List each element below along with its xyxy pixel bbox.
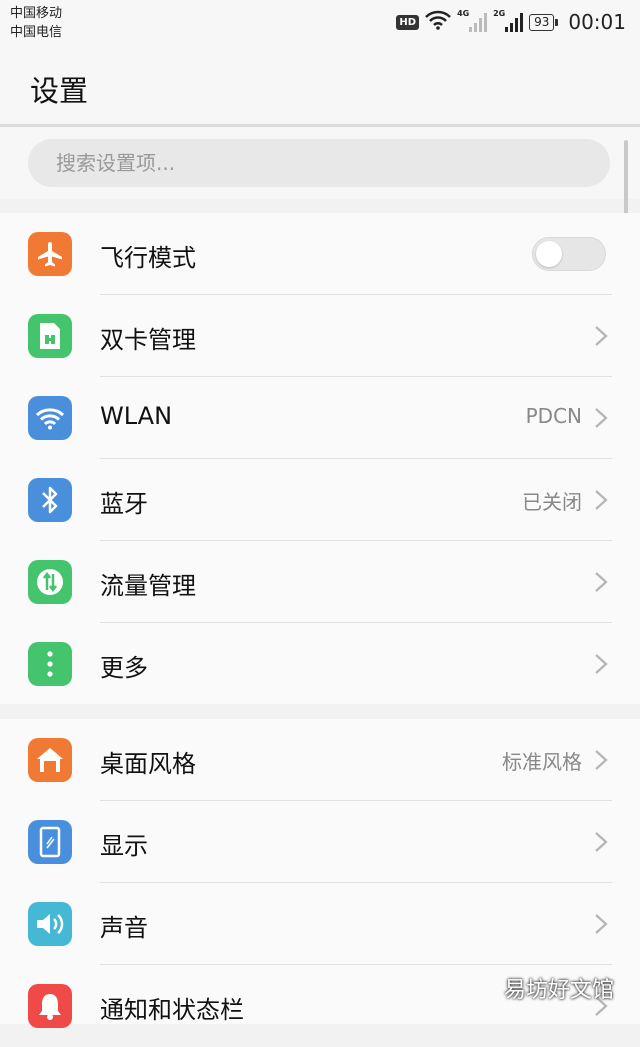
more-label: 更多 (100, 654, 148, 682)
settings-row-airplane-mode[interactable]: 飞行模式 (0, 213, 640, 295)
carrier-labels: 中国移动 中国电信 (10, 4, 62, 42)
network-4g-label: 4G (457, 9, 470, 18)
battery-tip (555, 18, 559, 26)
home-style-label: 桌面风格 (100, 750, 196, 778)
bluetooth-value: 已关闭 (522, 490, 582, 514)
wifi-status-icon (425, 10, 451, 34)
wifi-icon (28, 396, 72, 440)
settings-row-bluetooth[interactable]: 蓝牙 已关闭 (0, 459, 640, 541)
chevron-right-icon (595, 832, 608, 852)
toggle-knob (536, 241, 562, 267)
data-usage-icon (28, 560, 72, 604)
bluetooth-label: 蓝牙 (100, 490, 148, 518)
battery-level: 93 (529, 13, 555, 31)
chevron-right-icon (595, 750, 608, 770)
speaker-icon (28, 902, 72, 946)
sim-card-icon (28, 314, 72, 358)
settings-row-data-usage[interactable]: 流量管理 (0, 541, 640, 623)
hd-badge: HD (396, 14, 420, 30)
battery-icon: 93 (529, 13, 559, 31)
display-label: 显示 (100, 832, 148, 860)
airplane-mode-label: 飞行模式 (100, 244, 196, 272)
carrier-1: 中国移动 (10, 6, 63, 21)
sound-label: 声音 (100, 914, 148, 942)
chevron-right-icon (595, 654, 608, 674)
bell-icon (28, 984, 72, 1028)
settings-group-network: 飞行模式 双卡管理 WLAN PDCN 蓝牙 已关闭 流量管理 更多 (0, 213, 640, 704)
bluetooth-icon (28, 478, 72, 522)
clock: 00:01 (568, 10, 626, 34)
chevron-right-icon (595, 490, 608, 510)
network-2g-label: 2G (493, 9, 506, 18)
carrier-2: 中国电信 (10, 25, 63, 40)
home-style-value: 标准风格 (502, 750, 582, 774)
wlan-value: PDCN (525, 404, 582, 428)
status-icons: HD 4G 2G 93 00:01 (396, 8, 626, 36)
status-bar: 中国移动 中国电信 HD 4G 2G 93 00:01 (0, 0, 640, 46)
chevron-right-icon (595, 914, 608, 934)
watermark: 易坊好文馆 (503, 978, 614, 1003)
airplane-icon (28, 232, 72, 276)
display-icon (28, 820, 72, 864)
data-usage-label: 流量管理 (100, 572, 196, 600)
signal-4g-icon: 4G (457, 9, 488, 33)
wlan-label: WLAN (100, 402, 173, 430)
header: 设置 (0, 46, 640, 126)
search-area: 搜索设置项... (0, 127, 640, 199)
settings-row-dual-sim[interactable]: 双卡管理 (0, 295, 640, 377)
settings-row-home-style[interactable]: 桌面风格 标准风格 (0, 719, 640, 801)
settings-row-display[interactable]: 显示 (0, 801, 640, 883)
chevron-right-icon (595, 326, 608, 346)
search-input[interactable]: 搜索设置项... (28, 139, 610, 187)
chevron-right-icon (595, 572, 608, 592)
notifications-label: 通知和状态栏 (100, 996, 244, 1024)
settings-row-wlan[interactable]: WLAN PDCN (0, 377, 640, 459)
signal-2g-icon: 2G (493, 9, 524, 33)
settings-row-sound[interactable]: 声音 (0, 883, 640, 965)
page-title: 设置 (30, 74, 89, 108)
more-dots-icon (28, 642, 72, 686)
settings-row-more[interactable]: 更多 (0, 623, 640, 705)
home-icon (28, 738, 72, 782)
airplane-mode-toggle[interactable] (532, 237, 606, 271)
dual-sim-label: 双卡管理 (100, 326, 196, 354)
chevron-right-icon (595, 408, 608, 428)
